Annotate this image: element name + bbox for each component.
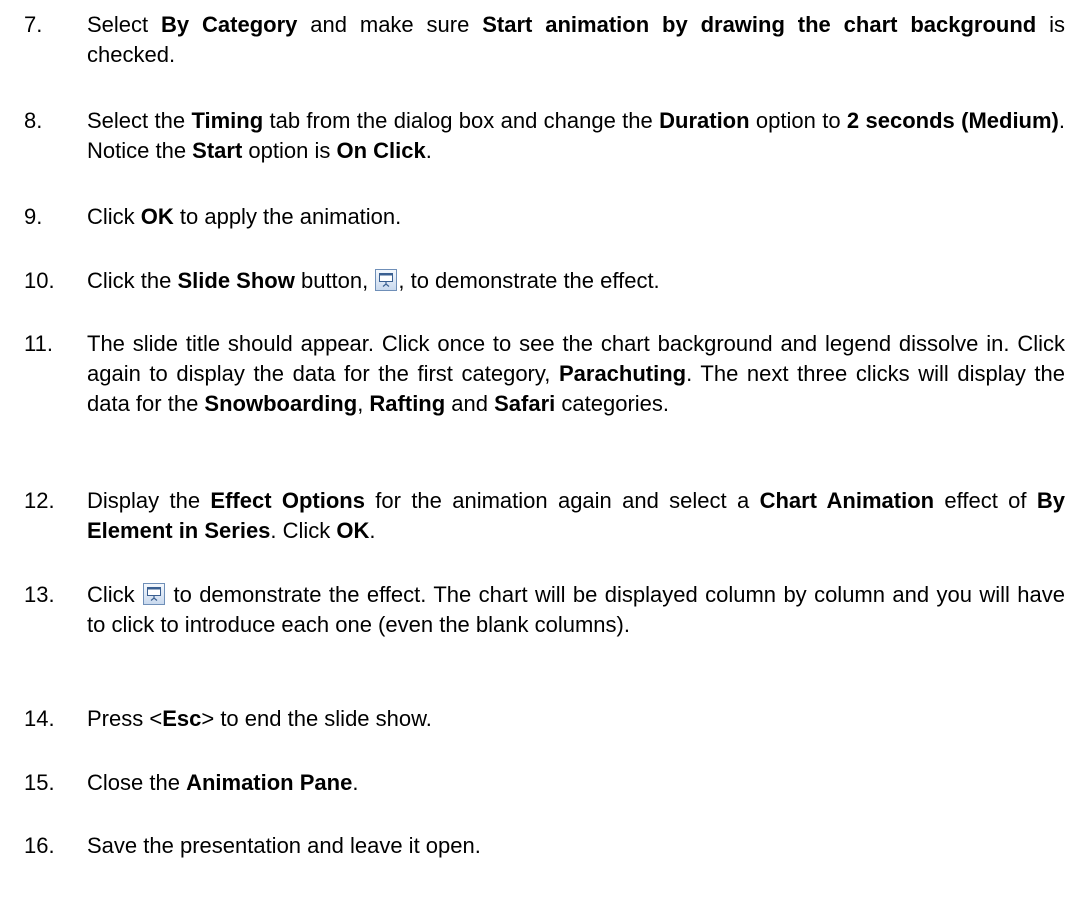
step-number: 8. <box>24 108 43 133</box>
step-plain-text: categories. <box>555 391 670 416</box>
step-plain-text: to apply the animation. <box>173 204 402 229</box>
step-number: 10. <box>24 268 55 293</box>
step-text: Select By Category and make sure Start a… <box>87 10 1065 70</box>
step-plain-text: Press < <box>87 706 163 731</box>
step-bold-text: Start <box>192 138 243 163</box>
step-text: Press <Esc> to end the slide show. <box>87 704 1065 734</box>
step-plain-text: Select the <box>87 108 192 133</box>
step-number: 7. <box>24 12 43 37</box>
step-number: 11. <box>24 331 53 356</box>
step-plain-text: . Click <box>270 518 337 543</box>
step-plain-text: for the animation again and select a <box>364 488 760 513</box>
step-plain-text: . <box>352 770 359 795</box>
step-plain-text: Click <box>87 582 143 607</box>
step-number: 15. <box>24 770 55 795</box>
step-plain-text: Click the <box>87 268 178 293</box>
step-bold-text: Slide Show <box>177 268 295 293</box>
step-plain-text: to demonstrate the effect. The chart wil… <box>87 582 1065 637</box>
step-plain-text: and make sure <box>297 12 483 37</box>
step-bold-text: Timing <box>191 108 264 133</box>
step-bold-text: Safari <box>494 391 556 416</box>
step-plain-text: Save the presentation and leave it open. <box>87 833 481 858</box>
step-bold-text: On Click <box>336 138 426 163</box>
step-text: Save the presentation and leave it open. <box>87 831 1065 861</box>
step-number: 16. <box>24 833 55 858</box>
step-plain-text: Select <box>87 12 162 37</box>
step-plain-text: button, <box>294 268 375 293</box>
step-bold-text: Effect Options <box>210 488 365 513</box>
step-plain-text: > to end the slide show. <box>201 706 432 731</box>
step-text: Select the Timing tab from the dialog bo… <box>87 106 1065 166</box>
step-bold-text: OK <box>140 204 174 229</box>
step-text: Close the Animation Pane. <box>87 768 1065 798</box>
slide-show-icon <box>375 269 398 291</box>
step-plain-text: Click <box>87 204 141 229</box>
step-plain-text: option is <box>242 138 337 163</box>
step-bold-text: Chart Animation <box>759 488 935 513</box>
step-number: 12. <box>24 488 55 513</box>
step-bold-text: Start animation by drawing the chart bac… <box>482 12 1037 37</box>
step-text: Click to demonstrate the effect. The cha… <box>87 580 1065 640</box>
slide-show-icon <box>143 583 166 605</box>
step-bold-text: OK <box>336 518 370 543</box>
step-bold-text: Esc <box>162 706 202 731</box>
step-number: 9. <box>24 204 43 229</box>
step-text: Click the Slide Show button, , to demons… <box>87 266 1065 296</box>
step-bold-text: By Category <box>161 12 298 37</box>
instruction-document: 7. Select By Category and make sure Star… <box>0 0 1080 913</box>
step-text: The slide title should appear. Click onc… <box>87 329 1065 419</box>
step-plain-text: option to <box>749 108 847 133</box>
step-plain-text: Close the <box>87 770 187 795</box>
step-bold-text: Duration <box>659 108 750 133</box>
step-text: Display the Effect Options for the anima… <box>87 486 1065 546</box>
step-plain-text: . <box>425 138 432 163</box>
step-number: 13. <box>24 582 55 607</box>
step-plain-text: tab from the dialog box and change the <box>263 108 660 133</box>
step-plain-text: effect of <box>934 488 1037 513</box>
step-bold-text: Rafting <box>369 391 446 416</box>
step-plain-text: , to demonstrate the effect. <box>398 268 660 293</box>
step-plain-text: Display the <box>87 488 211 513</box>
step-plain-text: and <box>445 391 495 416</box>
step-plain-text: , <box>357 391 370 416</box>
step-plain-text: . <box>369 518 376 543</box>
step-text: Click OK to apply the animation. <box>87 202 1065 232</box>
step-bold-text: 2 seconds (Medium) <box>846 108 1059 133</box>
step-bold-text: Snowboarding <box>204 391 358 416</box>
step-bold-text: Parachuting <box>558 361 687 386</box>
step-number: 14. <box>24 706 55 731</box>
step-bold-text: Animation Pane <box>186 770 353 795</box>
